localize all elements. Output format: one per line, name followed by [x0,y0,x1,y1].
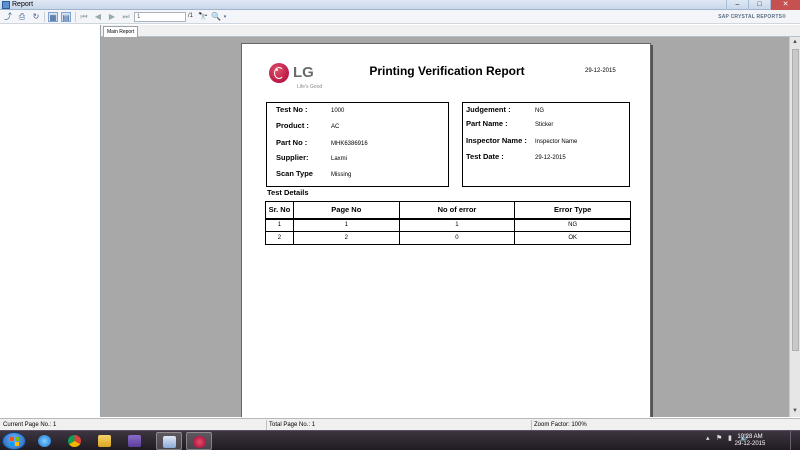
flag-icon[interactable]: ⚑ [716,434,722,442]
show-desktop-button[interactable] [790,431,800,450]
window-title: Report [12,1,34,8]
clock[interactable]: 10:28 AM 29-12-2015 [724,434,770,448]
table-cell: 0 [398,231,516,245]
tab-main-report[interactable]: Main Report [103,26,139,37]
zoom-factor-status: Zoom Factor: 100% [534,422,587,428]
page-total-label: /1 [188,13,194,19]
table-cell: 1 [292,218,400,232]
toggle-parameter-panel-icon[interactable]: ▤ [61,12,71,22]
lg-app-icon[interactable] [186,432,212,450]
table-cell: NG [514,218,631,232]
windows-logo-icon [10,437,19,446]
scan-type-label: Scan Type [276,169,313,178]
maximize-button[interactable]: □ [748,0,770,10]
lg-logo-icon [269,63,289,83]
table-header-row: Sr. No Page No No of error Error Type [265,201,631,220]
minimize-button[interactable]: – [726,0,748,10]
toolbar-separator [75,12,76,22]
chrome-icon[interactable] [62,432,88,450]
judgement-value: NG [535,108,544,114]
lg-logo-text: LG [293,64,314,81]
window-titlebar: Report – □ ✕ [0,0,800,10]
test-date-label: Test Date : [466,152,504,161]
report-viewer[interactable]: LG Life's Good Printing Verification Rep… [101,37,789,417]
test-no-label: Test No : [276,105,308,114]
column-header: Page No [292,201,400,220]
page-number-input[interactable]: 1 [134,12,186,22]
part-name-value: Sticker [535,122,554,128]
table-cell: 2 [292,231,400,245]
visual-studio-icon[interactable] [122,432,148,450]
report-date: 29-12-2015 [585,68,616,74]
test-date-value: 29-12-2015 [535,155,566,161]
column-header: No of error [398,201,516,220]
lg-logo-tagline: Life's Good [297,84,323,90]
report-tabs: Main Report [101,25,800,37]
toolbar-separator [44,12,45,22]
table-cell: 1 [265,218,294,232]
report-app-icon [2,1,10,9]
scrollbar-thumb[interactable] [792,49,799,351]
test-info-box: Test No : 1000 Product : AC Part No : MH… [266,102,449,187]
internet-explorer-icon[interactable] [32,432,58,450]
inspector-name-value: Inspector Name [535,139,578,145]
export-icon[interactable]: ⤴ [3,12,13,22]
table-cell: 2 [265,231,294,245]
file-explorer-icon[interactable] [92,432,118,450]
test-details-table: Sr. No Page No No of error Error Type 1 … [265,201,631,245]
crystal-reports-brand: SAP CRYSTAL REPORTS® [718,14,786,20]
print-icon[interactable]: ⎙ [17,12,27,22]
next-page-icon[interactable]: ▶ [107,12,117,22]
total-page-status: Total Page No.: 1 [269,422,316,428]
close-button[interactable]: ✕ [770,0,800,10]
inspection-info-box: Judgement : NG Part Name : Sticker Inspe… [462,102,630,187]
last-page-icon[interactable]: ⏭ [121,12,131,22]
column-header: Sr. No [265,201,294,220]
table-cell: OK [514,231,631,245]
product-label: Product : [276,121,309,130]
status-separator [266,420,267,430]
viewer-toolbar: ⤴ ⎙ ↻ ▦ ▤ ⏮ ◀ ▶ ⏭ 1 /1 🔭 🔍 ▾ SAP CRYSTAL… [0,10,800,24]
first-page-icon[interactable]: ⏮ [79,12,89,22]
start-button[interactable] [2,432,26,450]
find-icon[interactable]: 🔭 [198,12,208,22]
table-row: 1 1 1 NG [265,218,631,232]
report-page: LG Life's Good Printing Verification Rep… [241,43,651,417]
previous-page-icon[interactable]: ◀ [93,12,103,22]
toggle-group-tree-icon[interactable]: ▦ [48,12,58,22]
test-details-heading: Test Details [267,188,309,197]
product-value: AC [331,124,340,130]
scroll-down-icon[interactable]: ▼ [791,407,799,415]
windows-taskbar: ▴ ⚑ ▮ 🔊 10:28 AM 29-12-2015 [0,430,800,450]
vertical-scrollbar[interactable]: ▲ ▼ [789,37,800,417]
column-header: Error Type [514,201,631,220]
part-no-value: MHK6386916 [331,141,368,147]
supplier-value: Laxmi [331,156,348,162]
lg-logo: LG Life's Good [269,63,329,91]
window-controls: – □ ✕ [726,0,800,10]
zoom-dropdown-icon[interactable]: ▾ [220,12,230,22]
clock-time: 10:28 AM [737,434,763,440]
group-tree-panel[interactable] [0,25,101,417]
inspector-name-label: Inspector Name : [466,136,527,145]
part-no-label: Part No : [276,138,308,147]
scan-type-value: Missing [331,172,352,178]
report-title: Printing Verification Report [369,64,525,78]
status-bar: Current Page No.: 1 Total Page No.: 1 Zo… [0,418,800,430]
supplier-label: Supplier: [276,153,309,162]
status-separator [531,420,532,430]
report-app-icon[interactable] [156,432,182,450]
table-row: 2 2 0 OK [265,231,631,245]
table-cell: 1 [398,218,516,232]
part-name-label: Part Name : [466,119,508,128]
current-page-status: Current Page No.: 1 [3,422,57,428]
scroll-up-icon[interactable]: ▲ [791,38,799,46]
judgement-label: Judgement : [466,105,511,114]
test-no-value: 1000 [331,108,345,114]
show-hidden-icons-icon[interactable]: ▴ [706,434,710,442]
refresh-icon[interactable]: ↻ [31,12,41,22]
clock-date: 29-12-2015 [734,441,766,447]
